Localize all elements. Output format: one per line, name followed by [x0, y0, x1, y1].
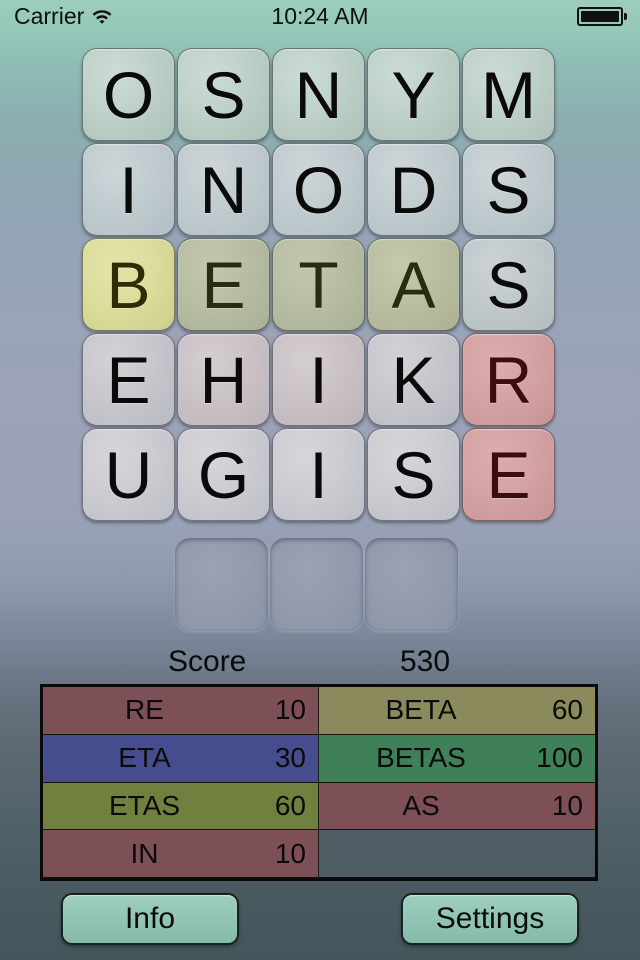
score-value: 530	[400, 645, 451, 678]
letter-tile-label: G	[197, 437, 250, 512]
letter-tile[interactable]: I	[272, 333, 365, 426]
letter-tile-label: O	[292, 152, 345, 227]
found-word-text: BETAS	[376, 742, 466, 774]
found-word-text: IN	[130, 837, 159, 869]
settings-button-label: Settings	[435, 902, 545, 935]
battery-icon	[577, 7, 628, 26]
status-bar: Carrier 10:24 AM	[0, 0, 640, 32]
battery-cap	[624, 13, 627, 20]
letter-tile[interactable]: I	[272, 428, 365, 521]
letter-tile-label: N	[199, 152, 248, 227]
letter-tile-label: E	[106, 342, 151, 417]
found-word-points: 10	[274, 694, 306, 726]
info-button-label: Info	[124, 902, 176, 935]
letter-tile-label: S	[486, 247, 531, 322]
letter-tile-label: Y	[391, 57, 436, 132]
letter-tile[interactable]: E	[82, 333, 175, 426]
letter-tile-label: A	[391, 247, 436, 322]
letter-tile[interactable]: O	[272, 143, 365, 236]
letter-tile[interactable]: B	[82, 238, 175, 331]
letter-tile[interactable]: E	[462, 428, 555, 521]
found-word-cell[interactable]: RE 10	[43, 687, 319, 735]
letter-tile-label: E	[201, 247, 246, 322]
battery-fill	[581, 11, 619, 22]
found-word-points: 60	[274, 789, 306, 821]
letter-tile[interactable]: S	[462, 238, 555, 331]
letter-tile-label: I	[309, 437, 328, 512]
letter-tile-label: T	[298, 247, 339, 322]
found-word-points: 10	[274, 837, 306, 869]
letter-tile-label: N	[294, 57, 343, 132]
letter-tile-label: M	[481, 57, 536, 132]
letter-tile[interactable]: M	[462, 48, 555, 141]
letter-tile[interactable]: Y	[367, 48, 460, 141]
staging-slot[interactable]	[175, 538, 268, 631]
found-word-text: RE	[125, 694, 164, 726]
staging-slots	[175, 538, 461, 632]
letter-tile[interactable]: S	[177, 48, 270, 141]
letter-tile-label: E	[486, 437, 531, 512]
letter-tile[interactable]: R	[462, 333, 555, 426]
found-word-cell[interactable]: IN 10	[43, 830, 319, 878]
letter-tile[interactable]: N	[272, 48, 365, 141]
letter-tile[interactable]: U	[82, 428, 175, 521]
game-screen: Carrier 10:24 AM OSNYMINODSBETASEHIKRUGI…	[0, 0, 640, 960]
letter-tile-label: I	[119, 152, 138, 227]
found-word-points: 60	[551, 694, 583, 726]
letter-tile-label: B	[106, 247, 151, 322]
found-word-cell-empty	[319, 830, 595, 878]
info-button[interactable]: Info	[61, 893, 239, 945]
letter-tile[interactable]: S	[367, 428, 460, 521]
score-row: Score 530	[0, 642, 640, 682]
letter-tile-label: U	[104, 437, 153, 512]
letter-tile[interactable]: D	[367, 143, 460, 236]
found-word-text: ETAS	[108, 789, 181, 821]
found-word-text: AS	[402, 789, 440, 821]
letter-tile-label: S	[486, 152, 531, 227]
found-word-cell[interactable]: ETA 30	[43, 734, 319, 783]
found-word-cell[interactable]: BETAS 100	[319, 734, 595, 783]
found-word-points: 10	[551, 789, 583, 821]
letter-tile[interactable]: K	[367, 333, 460, 426]
letter-tile-label: H	[199, 342, 248, 417]
letter-tile[interactable]: T	[272, 238, 365, 331]
found-word-text: ETA	[118, 742, 171, 774]
letter-tile-label: S	[391, 437, 436, 512]
clock-label: 10:24 AM	[271, 3, 369, 29]
letter-tile[interactable]: A	[367, 238, 460, 331]
found-word-cell[interactable]: AS 10	[319, 782, 595, 831]
letter-tile[interactable]: G	[177, 428, 270, 521]
found-word-text: BETA	[385, 694, 457, 726]
settings-button[interactable]: Settings	[401, 893, 579, 945]
letter-tile-label: R	[484, 342, 533, 417]
letter-tile-label: S	[201, 57, 246, 132]
found-words-table: RE 10 BETA 60 ETA 30 BETAS 100 ETAS 60 AS 10 IN 10	[40, 684, 598, 881]
letter-tile-label: K	[391, 342, 436, 417]
letter-grid: OSNYMINODSBETASEHIKRUGISE	[82, 48, 558, 524]
found-word-cell[interactable]: BETA 60	[319, 687, 595, 735]
letter-tile[interactable]: I	[82, 143, 175, 236]
letter-tile[interactable]: N	[177, 143, 270, 236]
staging-slot[interactable]	[365, 538, 458, 631]
letter-tile[interactable]: H	[177, 333, 270, 426]
found-word-points: 100	[536, 742, 583, 774]
letter-tile-label: I	[309, 342, 328, 417]
score-label: Score	[168, 645, 247, 678]
staging-slot[interactable]	[270, 538, 363, 631]
found-word-points: 30	[274, 742, 306, 774]
battery-body	[577, 7, 623, 26]
letter-tile[interactable]: O	[82, 48, 175, 141]
letter-tile-label: O	[102, 57, 155, 132]
letter-tile[interactable]: E	[177, 238, 270, 331]
letter-tile[interactable]: S	[462, 143, 555, 236]
found-word-cell[interactable]: ETAS 60	[43, 782, 319, 831]
letter-tile-label: D	[389, 152, 438, 227]
